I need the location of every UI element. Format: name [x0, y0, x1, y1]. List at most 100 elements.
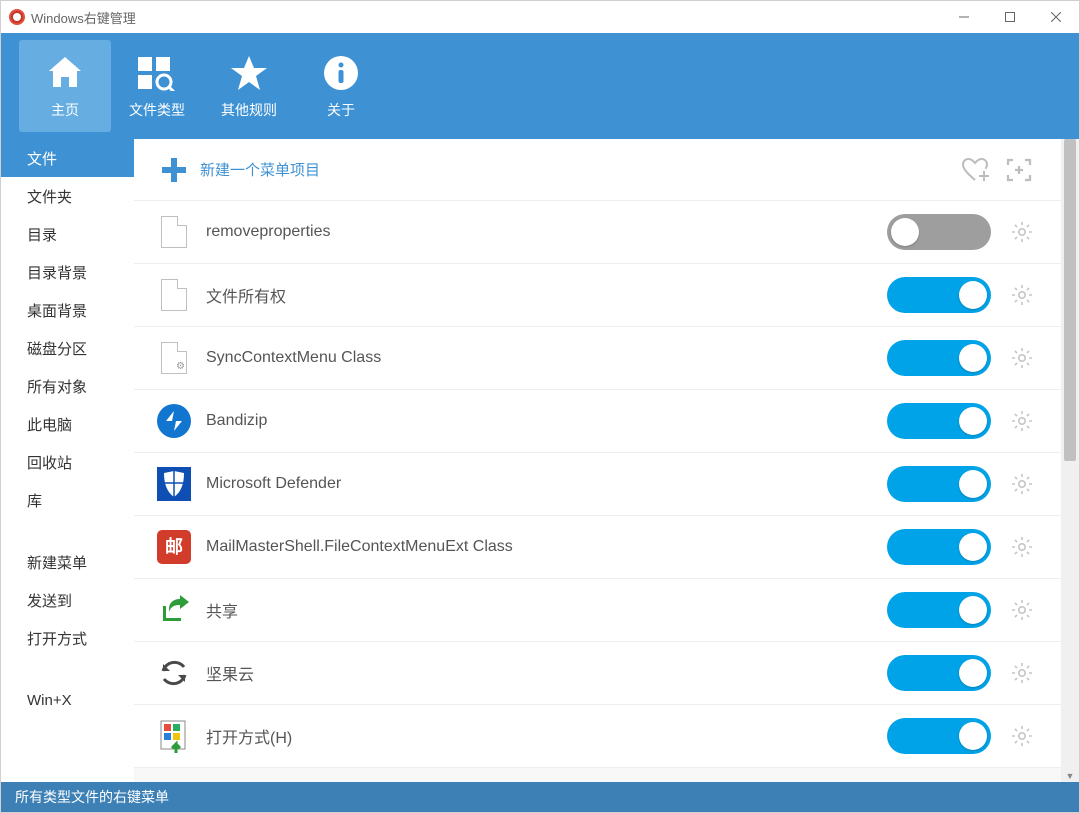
gear-icon[interactable]	[1003, 402, 1041, 440]
sidebar-item-label: 此电脑	[27, 414, 72, 435]
minimize-button[interactable]	[941, 1, 987, 33]
list-item: 邮 MailMasterShell.FileContextMenuExt Cla…	[134, 516, 1061, 579]
sidebar-item-directory[interactable]: 目录	[1, 215, 134, 253]
home-icon	[45, 52, 85, 94]
item-label: removeproperties	[206, 223, 887, 241]
info-icon	[323, 52, 359, 94]
tab-other-rules-label: 其他规则	[221, 100, 277, 120]
sync-icon	[154, 653, 194, 693]
tab-other-rules[interactable]: 其他规则	[203, 40, 295, 132]
mail-icon: 邮	[154, 527, 194, 567]
toggle-switch[interactable]	[887, 718, 991, 754]
sidebar-item-label: 桌面背景	[27, 300, 87, 321]
sidebar-item-desktop-bg[interactable]: 桌面背景	[1, 291, 134, 329]
toggle-switch[interactable]	[887, 592, 991, 628]
item-label: Microsoft Defender	[206, 475, 887, 493]
maximize-button[interactable]	[987, 1, 1033, 33]
titlebar: Windows右键管理	[1, 1, 1079, 33]
item-label: 打开方式(H)	[206, 724, 887, 748]
sidebar-item-folder[interactable]: 文件夹	[1, 177, 134, 215]
toggle-switch[interactable]	[887, 277, 991, 313]
tab-filetype[interactable]: 文件类型	[111, 40, 203, 132]
gear-icon[interactable]	[1003, 654, 1041, 692]
sidebar-item-label: Win+X	[27, 692, 72, 709]
sidebar-item-label: 文件	[27, 148, 57, 169]
sidebar-item-open-with[interactable]: 打开方式	[1, 619, 134, 657]
gear-icon[interactable]	[1003, 213, 1041, 251]
list-item: removeproperties	[134, 201, 1061, 264]
sidebar: 文件 文件夹 目录 目录背景 桌面背景 磁盘分区 所有对象 此电脑 回收站 库 …	[1, 139, 134, 782]
sidebar-item-library[interactable]: 库	[1, 481, 134, 519]
sidebar-item-label: 库	[27, 490, 42, 511]
list-item: Microsoft Defender	[134, 453, 1061, 516]
new-item-label: 新建一个菜单项目	[200, 159, 320, 180]
svg-text:邮: 邮	[165, 536, 183, 557]
bandizip-icon	[154, 401, 194, 441]
plus-icon	[154, 156, 194, 184]
sidebar-item-winx[interactable]: Win+X	[1, 681, 134, 719]
list-item: 坚果云	[134, 642, 1061, 705]
toggle-switch[interactable]	[887, 655, 991, 691]
sidebar-item-label: 打开方式	[27, 628, 87, 649]
app-icon	[9, 9, 25, 25]
sidebar-item-this-pc[interactable]: 此电脑	[1, 405, 134, 443]
toolbar: 主页 文件类型 其他规则 关于	[1, 33, 1079, 139]
star-icon	[229, 52, 269, 94]
content-list: 新建一个菜单项目 removeproperties	[134, 139, 1061, 782]
gear-icon[interactable]	[1003, 276, 1041, 314]
sidebar-item-disk-partition[interactable]: 磁盘分区	[1, 329, 134, 367]
tab-about[interactable]: 关于	[295, 40, 387, 132]
toggle-switch[interactable]	[887, 340, 991, 376]
sidebar-item-recycle-bin[interactable]: 回收站	[1, 443, 134, 481]
sidebar-item-label: 所有对象	[27, 376, 87, 397]
gear-icon[interactable]	[1003, 465, 1041, 503]
gear-icon[interactable]	[1003, 339, 1041, 377]
item-label: 共享	[206, 598, 887, 622]
toggle-switch[interactable]	[887, 214, 991, 250]
sidebar-item-new-menu[interactable]: 新建菜单	[1, 543, 134, 581]
sidebar-item-label: 目录背景	[27, 262, 87, 283]
window-title: Windows右键管理	[31, 8, 136, 27]
gear-icon[interactable]	[1003, 591, 1041, 629]
scan-add-icon[interactable]	[997, 148, 1041, 192]
gear-icon[interactable]	[1003, 528, 1041, 566]
item-label: SyncContextMenu Class	[206, 349, 887, 367]
list-item: 打开方式(H)	[134, 705, 1061, 768]
toggle-switch[interactable]	[887, 529, 991, 565]
file-icon	[154, 212, 194, 252]
defender-icon	[154, 464, 194, 504]
list-item: Bandizip	[134, 390, 1061, 453]
tab-home-label: 主页	[51, 100, 79, 120]
grid-search-icon	[136, 52, 178, 94]
sidebar-item-file[interactable]: 文件	[1, 139, 134, 177]
share-icon	[154, 590, 194, 630]
item-label: 坚果云	[206, 661, 887, 685]
gear-icon[interactable]	[1003, 717, 1041, 755]
statusbar: 所有类型文件的右键菜单	[1, 782, 1079, 812]
close-button[interactable]	[1033, 1, 1079, 33]
sidebar-item-label: 新建菜单	[27, 552, 87, 573]
tab-about-label: 关于	[327, 100, 355, 120]
sidebar-item-label: 磁盘分区	[27, 338, 87, 359]
new-item-row[interactable]: 新建一个菜单项目	[134, 139, 1061, 201]
file-gear-icon	[154, 338, 194, 378]
status-text: 所有类型文件的右键菜单	[15, 787, 169, 807]
sidebar-item-send-to[interactable]: 发送到	[1, 581, 134, 619]
sidebar-item-directory-bg[interactable]: 目录背景	[1, 253, 134, 291]
file-icon	[154, 275, 194, 315]
heart-add-icon[interactable]	[953, 148, 997, 192]
item-label: Bandizip	[206, 412, 887, 430]
toggle-switch[interactable]	[887, 466, 991, 502]
item-label: 文件所有权	[206, 283, 887, 307]
sidebar-item-label: 目录	[27, 224, 57, 245]
tab-home[interactable]: 主页	[19, 40, 111, 132]
list-item: 文件所有权	[134, 264, 1061, 327]
item-label: MailMasterShell.FileContextMenuExt Class	[206, 538, 887, 556]
sidebar-item-all-objects[interactable]: 所有对象	[1, 367, 134, 405]
sidebar-item-label: 发送到	[27, 590, 72, 611]
scrollbar[interactable]: ▲ ▼	[1061, 139, 1079, 782]
toggle-switch[interactable]	[887, 403, 991, 439]
list-item: 共享	[134, 579, 1061, 642]
openwith-icon	[154, 716, 194, 756]
sidebar-item-label: 回收站	[27, 452, 72, 473]
